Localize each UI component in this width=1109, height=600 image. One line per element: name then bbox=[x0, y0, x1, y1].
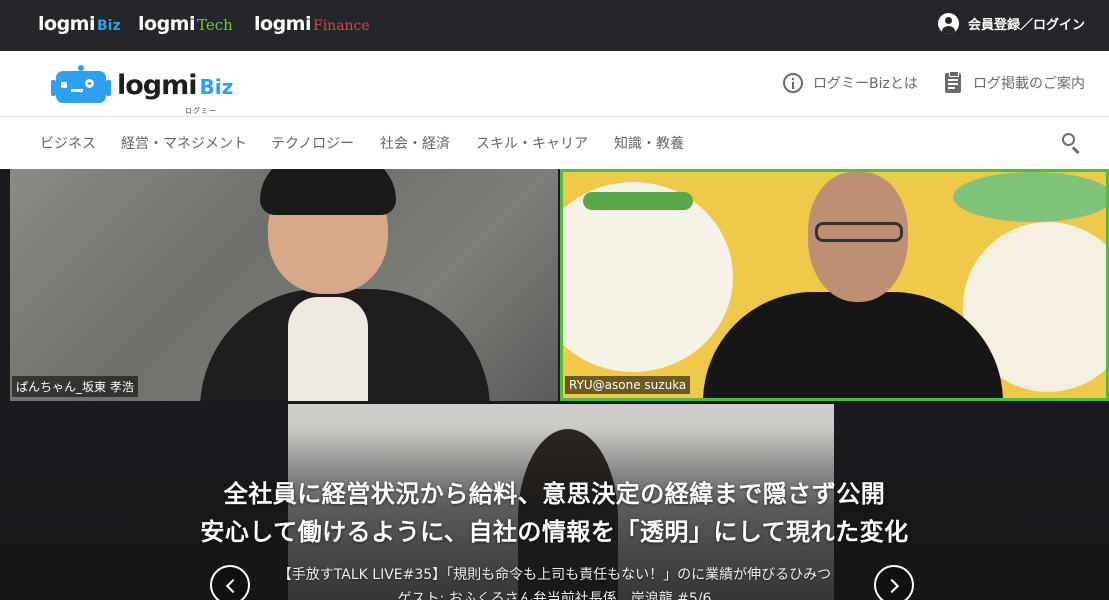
about-link[interactable]: ログミーBizとは bbox=[783, 73, 918, 93]
search-icon[interactable] bbox=[1060, 131, 1082, 154]
carousel-prev-button[interactable] bbox=[210, 565, 250, 600]
nav-item-skill-career[interactable]: スキル・キャリア bbox=[476, 133, 588, 153]
carousel-next-button[interactable] bbox=[874, 565, 914, 600]
logo-wordmark: logmi bbox=[117, 69, 198, 101]
about-link-label: ログミーBizとは bbox=[813, 76, 918, 92]
participant-name: ぱんちゃん_坂東 孝浩 bbox=[12, 376, 138, 397]
site-header: logmi Biz ログミー ログミーBizとは ログ掲載のご案内 bbox=[0, 51, 1109, 117]
login-label: 会員登録／ログイン bbox=[967, 18, 1085, 33]
category-nav: ビジネス 経営・マネジメント テクノロジー 社会・経済 スキル・キャリア 知識・… bbox=[0, 117, 1109, 169]
robot-logo-icon bbox=[51, 65, 111, 105]
account-circle-icon bbox=[937, 13, 959, 34]
info-icon bbox=[783, 73, 803, 93]
brand-sub: Tech bbox=[196, 16, 233, 34]
listing-guide-label: ログ掲載のご案内 bbox=[973, 76, 1085, 92]
nav-item-management[interactable]: 経営・マネジメント bbox=[121, 133, 247, 153]
listing-guide-link[interactable]: ログ掲載のご案内 bbox=[945, 71, 1085, 93]
hero-subtitle: ゲスト: おふくろさん弁当前社長係 岸浪龍 #5/6 bbox=[397, 591, 712, 600]
brand-main: logmi bbox=[38, 13, 95, 35]
login-link[interactable]: 会員登録／ログイン bbox=[937, 13, 1085, 34]
nav-item-society-economy[interactable]: 社会・経済 bbox=[380, 133, 450, 153]
site-logo[interactable]: logmi Biz ログミー bbox=[51, 65, 234, 115]
logmi-finance-link[interactable]: logmi Finance bbox=[254, 13, 370, 35]
nav-item-business[interactable]: ビジネス bbox=[40, 133, 96, 153]
network-bar: logmi Biz logmi Tech logmi Finance 会員登録／… bbox=[0, 0, 1109, 51]
nav-item-technology[interactable]: テクノロジー bbox=[271, 133, 354, 153]
brand-main: logmi bbox=[138, 13, 195, 35]
logo-wordmark-sub: Biz bbox=[199, 74, 234, 99]
brand-sub: Biz bbox=[96, 18, 121, 34]
nav-item-knowledge[interactable]: 知識・教養 bbox=[614, 133, 684, 153]
chevron-right-icon bbox=[884, 578, 900, 594]
hero-title[interactable]: 安心して働けるように、自社の情報を「透明」にして現れた変化 bbox=[0, 512, 1109, 547]
clipboard-icon bbox=[945, 71, 961, 93]
brand-sub: Finance bbox=[312, 18, 370, 34]
video-tile-speaker-2: RYU@asone suzuka bbox=[560, 169, 1109, 401]
video-tile-speaker-1: ぱんちゃん_坂東 孝浩 bbox=[10, 169, 558, 401]
chevron-left-icon bbox=[225, 578, 241, 594]
logmi-tech-link[interactable]: logmi Tech bbox=[138, 13, 233, 35]
participant-name: RYU@asone suzuka bbox=[565, 376, 691, 394]
hero-subtitle: 【手放すTALK LIVE#35】「規則も命令も上司も責任もない！」のに業績が伸… bbox=[277, 567, 832, 583]
hero-carousel[interactable]: ぱんちゃん_坂東 孝浩 RYU@asone suzuka 全社員に経営状況から給… bbox=[0, 169, 1109, 600]
hero-title[interactable]: 全社員に経営状況から給料、意思決定の経緯まで隠さず公開 bbox=[0, 474, 1109, 509]
logo-kana: ログミー bbox=[185, 107, 217, 115]
logmi-biz-link[interactable]: logmi Biz bbox=[38, 13, 121, 35]
brand-main: logmi bbox=[254, 13, 311, 35]
